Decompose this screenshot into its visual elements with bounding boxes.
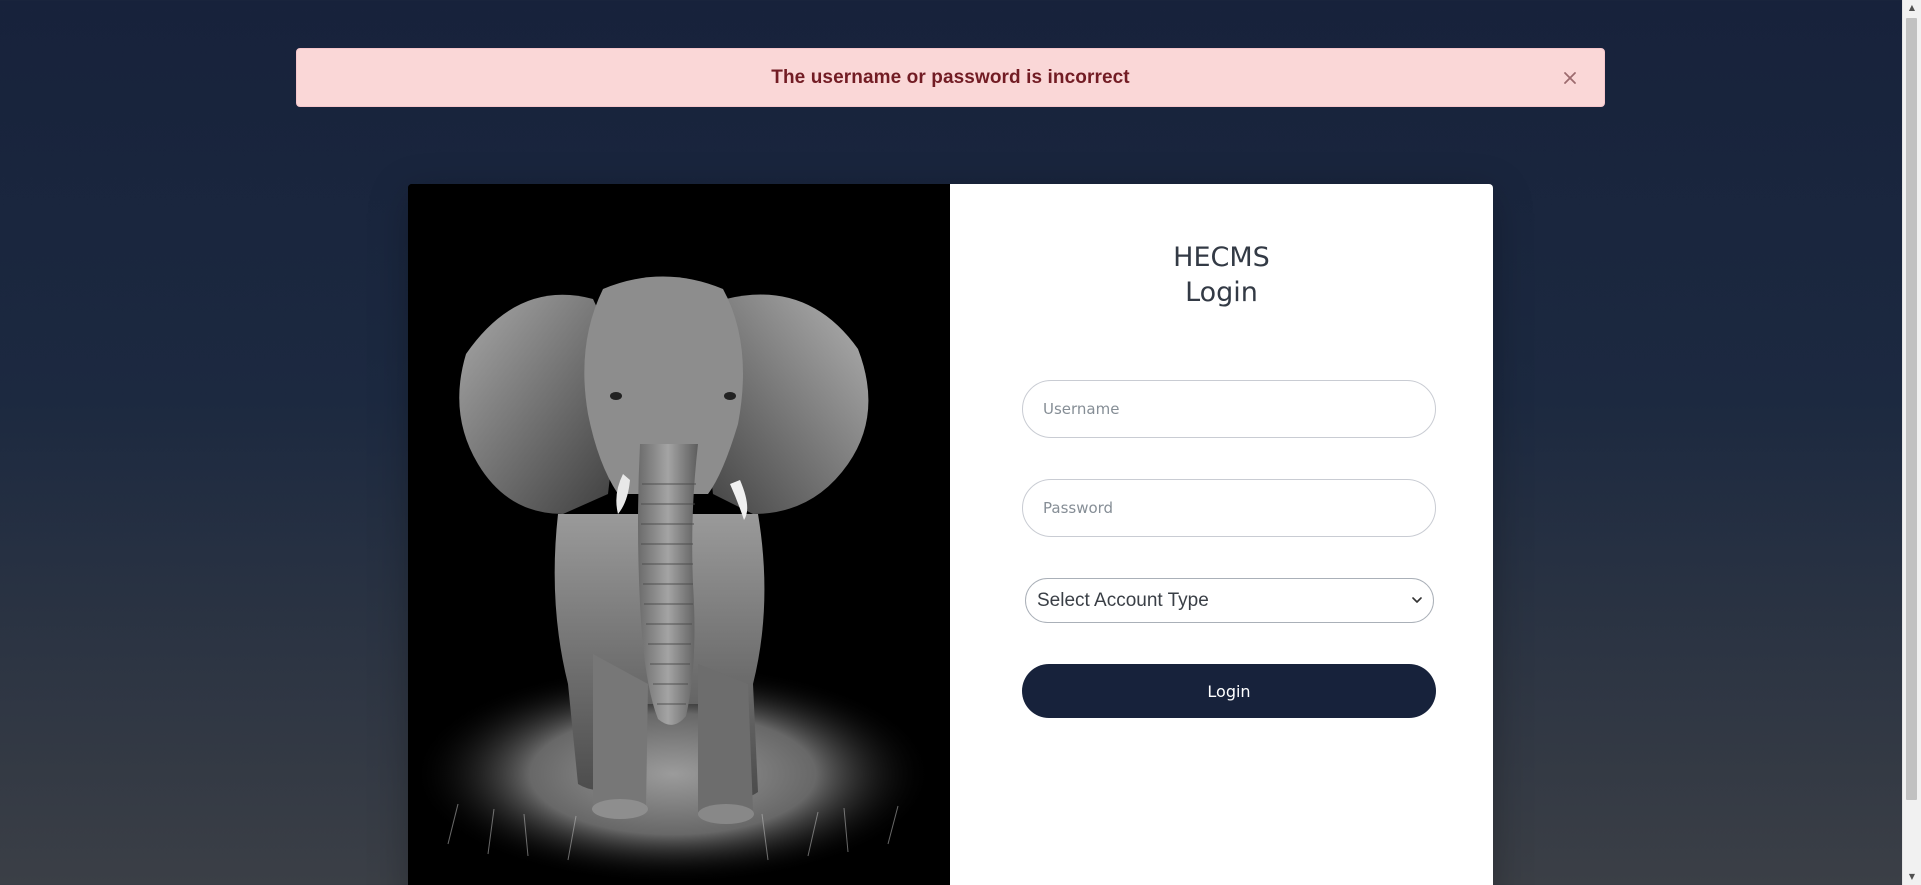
password-input[interactable] [1022, 479, 1436, 537]
account-type-value: Select Account Type [1037, 589, 1209, 611]
page-title: HECMS Login [950, 240, 1493, 310]
title-line-hecms: HECMS [1173, 242, 1270, 273]
username-input[interactable] [1022, 380, 1436, 438]
elephant-image [408, 184, 950, 885]
login-card: HECMS Login Select Account Type Login [408, 184, 1493, 885]
error-alert: The username or password is incorrect [296, 48, 1605, 107]
chevron-down-icon [1411, 595, 1423, 607]
login-button[interactable]: Login [1022, 664, 1436, 718]
close-icon[interactable] [1560, 68, 1580, 88]
vertical-scrollbar[interactable]: ▲ ▼ [1902, 0, 1921, 885]
title-line-login: Login [1185, 277, 1258, 308]
login-panel: HECMS Login Select Account Type Login [950, 184, 1493, 885]
account-type-select[interactable]: Select Account Type [1025, 578, 1434, 623]
alert-message: The username or password is incorrect [771, 66, 1130, 88]
scroll-down-arrow-icon[interactable]: ▼ [1903, 869, 1921, 885]
scroll-up-arrow-icon[interactable]: ▲ [1903, 0, 1921, 16]
scrollbar-thumb[interactable] [1906, 18, 1917, 800]
